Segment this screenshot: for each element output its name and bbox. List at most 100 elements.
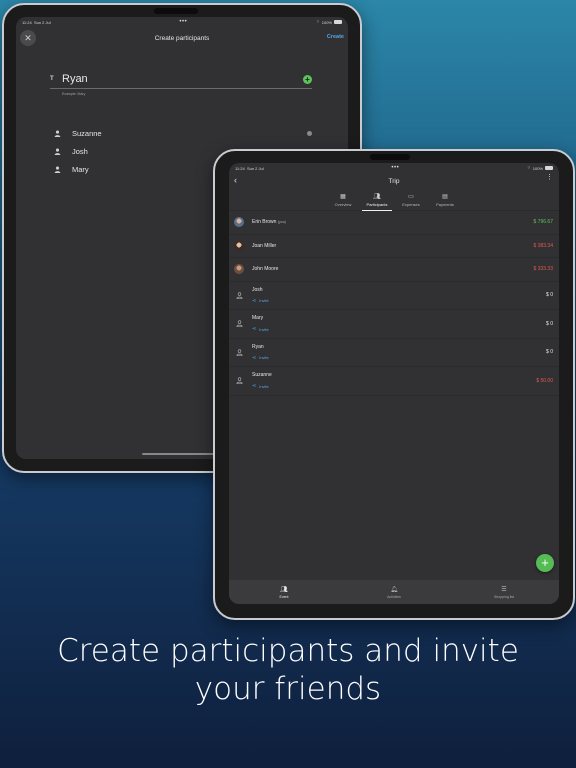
bottom-nav-label: Shopping list: [493, 594, 515, 599]
tab-payments[interactable]: ▤ Payments: [428, 189, 462, 210]
bottom-nav: 👥︎ Event 🔔︎ Activities ☰ Shopping list: [229, 580, 559, 604]
person-outline-icon: [234, 349, 244, 356]
multitask-dots-icon[interactable]: •••: [179, 19, 187, 25]
page-title: Create participants: [154, 34, 210, 42]
battery-icon: [333, 20, 342, 24]
status-bar: 11:24 Sun 2 Jul ••• ⌔ 100%: [16, 17, 348, 27]
wifi-icon: ⌔: [526, 165, 531, 170]
caption-line-2: your friends: [194, 671, 382, 707]
share-icon: ⋖: [252, 297, 257, 304]
name-input[interactable]: Ryan: [62, 73, 303, 85]
participant-balance-list: Erin Brown (you) $ 796.67 Joan Miller $ …: [229, 211, 559, 396]
avatar: [234, 240, 244, 251]
invite-button[interactable]: ⋖ Invite: [252, 326, 546, 332]
participant-name: Suzanne: [72, 128, 102, 138]
share-icon: ⋖: [252, 383, 257, 390]
camera-notch: [154, 8, 198, 14]
grid-icon: ▦: [340, 194, 346, 200]
tab-label: Participants: [366, 202, 388, 207]
cash-icon: ▤: [442, 194, 448, 200]
people-icon: 👥︎: [373, 194, 381, 200]
balance-amount: $ 333.33: [533, 266, 553, 273]
page-title: Trip: [388, 177, 400, 185]
person-icon: [54, 148, 72, 155]
text-icon: T: [50, 76, 54, 82]
bottom-nav-activities[interactable]: 🔔︎ Activities: [339, 580, 449, 604]
table-row[interactable]: Josh ⋖ Invite $ 0: [229, 282, 559, 310]
balance-amount: $ 0: [546, 292, 553, 299]
you-tag: (you): [277, 220, 286, 225]
table-row[interactable]: Erin Brown (you) $ 796.67: [229, 211, 559, 235]
bottom-nav-shopping-list[interactable]: ☰ Shopping list: [449, 580, 559, 604]
remove-participant-button[interactable]: [307, 130, 312, 136]
share-icon: ⋖: [252, 354, 257, 361]
status-date: Sun 2 Jul: [33, 19, 51, 25]
avatar: [234, 264, 244, 275]
more-options-icon[interactable]: ⋮: [546, 174, 553, 181]
participant-name: Joan Miller: [252, 242, 277, 249]
participant-name: Josh: [252, 286, 263, 293]
tab-expenses[interactable]: ▭ Expenses: [394, 189, 428, 210]
card-icon: ▭: [408, 194, 414, 200]
participant-name: Ryan: [252, 343, 264, 350]
wifi-icon: ⌔: [315, 19, 320, 24]
plus-icon: +: [541, 555, 549, 570]
tab-overview[interactable]: ▦ Overview: [326, 189, 360, 210]
person-outline-icon: [234, 320, 244, 328]
status-time: 11:24: [22, 19, 32, 25]
table-row[interactable]: John Moore $ 333.33: [229, 258, 559, 282]
add-participant-button[interactable]: +: [303, 74, 312, 84]
status-date: Sun 2 Jul: [246, 165, 264, 171]
tab-label: Overview: [334, 202, 352, 207]
multitask-dots-icon[interactable]: •••: [391, 165, 399, 171]
balance-amount: $ 383.34: [533, 242, 553, 249]
people-icon: 👥︎: [280, 586, 288, 593]
share-icon: ⋖: [252, 326, 257, 333]
person-outline-icon: [234, 292, 244, 299]
participant-name: Erin Brown (you): [252, 219, 286, 226]
table-row[interactable]: Joan Miller $ 383.34: [229, 235, 559, 258]
participant-name-field: T Ryan + Example: Mary: [50, 73, 312, 96]
tab-label: Payments: [436, 202, 454, 207]
create-button[interactable]: Create: [327, 34, 344, 40]
person-icon: [54, 166, 72, 173]
participant-name: Suzanne: [252, 372, 272, 379]
person-icon: [54, 130, 72, 137]
caption-line-1: Create participants and invite: [57, 633, 519, 669]
balance-amount: $ 0: [546, 349, 553, 356]
bottom-nav-event[interactable]: 👥︎ Event: [229, 580, 339, 604]
close-icon: ✕: [24, 32, 32, 43]
battery-label: 100%: [532, 165, 543, 171]
add-expense-fab[interactable]: +: [536, 554, 554, 572]
input-helper-text: Example: Mary: [62, 92, 86, 96]
list-item: Suzanne: [54, 124, 312, 142]
status-time: 11:24: [235, 165, 245, 171]
bell-icon: 🔔︎: [390, 586, 398, 593]
marketing-caption: Create participants and invite your frie…: [0, 632, 576, 708]
invite-button[interactable]: ⋖ Invite: [252, 383, 536, 389]
nav-bar: ‹ Trip ⋮: [229, 173, 559, 189]
participant-name: Mary: [252, 315, 264, 322]
close-button[interactable]: ✕: [20, 30, 36, 46]
trip-participants-screen: 11:24 Sun 2 Jul ••• ⌔ 100% ‹ Trip ⋮ ▦ Ove…: [229, 163, 559, 604]
status-bar: 11:24 Sun 2 Jul ••• ⌔ 100%: [229, 163, 559, 173]
bottom-nav-label: Activities: [387, 594, 401, 599]
avatar: [234, 217, 244, 228]
balance-amount: $ 0: [546, 320, 553, 327]
tab-label: Expenses: [402, 202, 420, 207]
table-row[interactable]: Mary ⋖ Invite $ 0: [229, 310, 559, 339]
home-indicator: [142, 453, 222, 455]
nav-bar: ✕ Create participants Create: [16, 27, 348, 49]
table-row[interactable]: Suzanne ⋖ Invite $ 50.00: [229, 367, 559, 396]
back-chevron-icon[interactable]: ‹: [234, 175, 237, 185]
tab-participants[interactable]: 👥︎ Participants: [360, 189, 394, 211]
table-row[interactable]: Ryan ⋖ Invite $ 0: [229, 339, 559, 367]
participant-name: John Moore: [252, 266, 279, 273]
battery-label: 100%: [321, 19, 332, 25]
invite-button[interactable]: ⋖ Invite: [252, 298, 546, 304]
person-outline-icon: [234, 377, 244, 385]
balance-amount: $ 50.00: [536, 377, 553, 384]
invite-button[interactable]: ⋖ Invite: [252, 355, 546, 361]
battery-icon: [544, 166, 553, 170]
bottom-nav-label: Event: [279, 594, 289, 599]
